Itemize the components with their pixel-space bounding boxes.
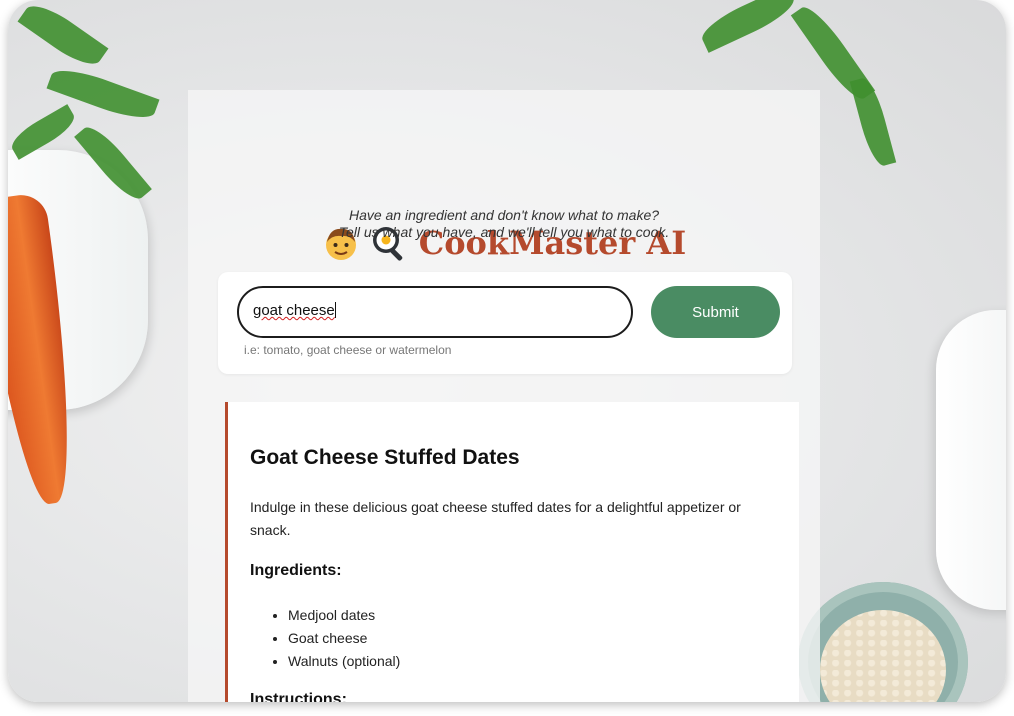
text-caret <box>334 302 336 318</box>
instructions-heading: Instructions: <box>250 691 347 702</box>
ingredient-item: Walnuts (optional) <box>288 650 400 673</box>
recipe-title: Goat Cheese Stuffed Dates <box>250 446 520 469</box>
ingredient-input-value: goat cheese <box>253 302 336 319</box>
tagline: Have an ingredient and don't know what t… <box>188 207 820 241</box>
submit-button[interactable]: Submit <box>651 286 780 338</box>
tagline-line-2: Tell us what you have, and we'll tell yo… <box>338 224 670 240</box>
background-leaf <box>17 0 109 74</box>
background-leaf <box>696 0 800 53</box>
background-seed-bowl <box>798 582 968 702</box>
recipe-description: Indulge in these delicious goat cheese s… <box>250 499 741 538</box>
ingredient-item: Medjool dates <box>288 604 400 627</box>
ingredients-list: Medjool dates Goat cheese Walnuts (optio… <box>250 604 400 673</box>
background-leaf <box>849 75 897 169</box>
ingredients-heading: Ingredients: <box>250 562 342 579</box>
recipe-card: Goat Cheese Stuffed Dates Indulge in the… <box>225 402 799 702</box>
ingredient-item: Goat cheese <box>288 627 400 650</box>
input-hint: i.e: tomato, goat cheese or watermelon <box>244 343 452 357</box>
background-plate <box>936 310 1006 610</box>
tagline-line-1: Have an ingredient and don't know what t… <box>348 207 660 223</box>
